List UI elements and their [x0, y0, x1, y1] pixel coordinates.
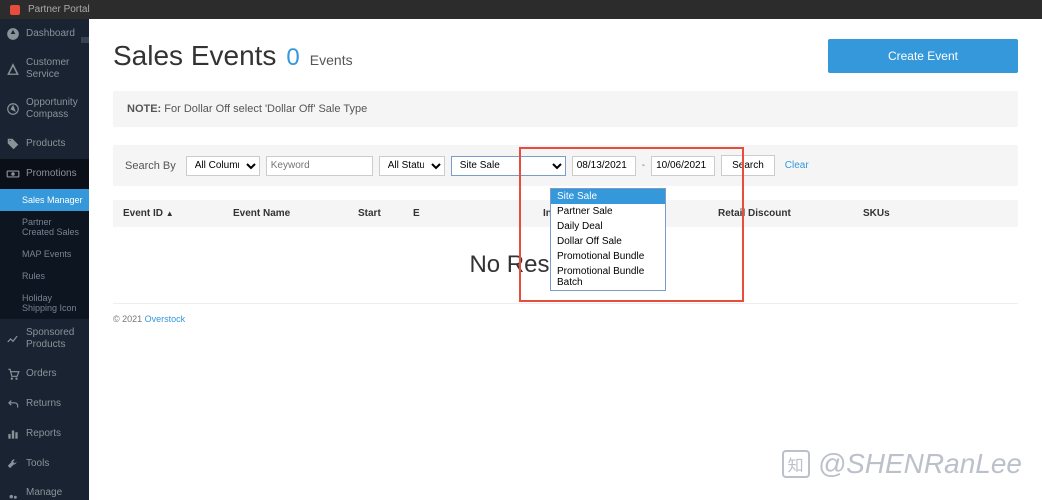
sidebar-label: Returns [26, 398, 61, 410]
main-content: Sales Events 0 Events Create Event NOTE:… [89, 19, 1042, 500]
search-date-to-input[interactable] [651, 156, 715, 176]
sidebar-label: Opportunity Compass [26, 97, 83, 121]
sidebar-item-promotions[interactable]: Promotions [0, 159, 89, 189]
search-sale-type-select[interactable]: Site Sale [451, 156, 566, 176]
dropdown-option-promo-bundle[interactable]: Promotional Bundle [551, 249, 665, 264]
th-skus[interactable]: SKUs [863, 208, 923, 219]
topbar-title: Partner Portal [28, 4, 90, 15]
logo-icon [10, 5, 20, 15]
copyright-text: © 2021 [113, 314, 145, 324]
sidebar-label: Tools [26, 458, 49, 470]
sidebar-label: Manage Users [26, 487, 83, 500]
create-event-button[interactable]: Create Event [828, 39, 1018, 73]
note-text: For Dollar Off select 'Dollar Off' Sale … [164, 103, 367, 115]
page-count-label: Events [310, 52, 353, 68]
wrench-icon [6, 457, 20, 471]
note-box: NOTE: For Dollar Off select 'Dollar Off'… [113, 91, 1018, 127]
dropdown-option-daily-deal[interactable]: Daily Deal [551, 219, 665, 234]
chart-line-icon [6, 332, 20, 346]
return-icon [6, 397, 20, 411]
page-title-group: Sales Events 0 Events [113, 40, 353, 72]
th-event-id[interactable]: Event ID ▲ [123, 208, 233, 219]
page-header: Sales Events 0 Events Create Event [113, 39, 1018, 73]
sidebar-sub-rules[interactable]: Rules [0, 265, 89, 287]
dropdown-option-partner-sale[interactable]: Partner Sale [551, 204, 665, 219]
dropdown-option-promo-bundle-batch[interactable]: Promotional Bundle Batch [551, 264, 665, 290]
sidebar-item-manage-users[interactable]: Manage Users [0, 479, 89, 500]
sidebar: Dashboard Customer Service Opportunity C… [0, 19, 89, 500]
gauge-icon [6, 27, 20, 41]
page-count: 0 [286, 44, 299, 72]
users-icon [6, 492, 20, 500]
th-retail[interactable]: Retail Discount [718, 208, 863, 219]
sidebar-item-dashboard[interactable]: Dashboard [0, 19, 89, 49]
dropdown-option-site-sale[interactable]: Site Sale [551, 189, 665, 204]
search-label: Search By [125, 160, 176, 172]
sidebar-sub-map-events[interactable]: MAP Events [0, 243, 89, 265]
tag-icon [6, 137, 20, 151]
search-keyword-input[interactable] [266, 156, 373, 176]
sidebar-label: Products [26, 138, 65, 150]
th-end[interactable]: E [413, 208, 543, 219]
sidebar-item-opportunity-compass[interactable]: Opportunity Compass [0, 89, 89, 129]
th-start[interactable]: Start [358, 208, 413, 219]
sidebar-label: Customer Service [26, 57, 83, 81]
sort-asc-icon: ▲ [166, 209, 174, 218]
overstock-link[interactable]: Overstock [145, 314, 186, 324]
sidebar-item-products[interactable]: Products [0, 129, 89, 159]
sale-type-dropdown: Site Sale Partner Sale Daily Deal Dollar… [550, 188, 666, 291]
search-bar: Search By All Columns All Statuses Site … [113, 145, 1018, 186]
dropdown-option-dollar-off[interactable]: Dollar Off Sale [551, 234, 665, 249]
sidebar-scroll-indicator[interactable] [81, 37, 89, 43]
sidebar-sub-holiday-shipping[interactable]: Holiday Shipping Icon [0, 287, 89, 319]
note-label: NOTE: [127, 103, 161, 115]
th-event-name[interactable]: Event Name [233, 208, 358, 219]
topbar: Partner Portal [0, 0, 1042, 19]
search-columns-select[interactable]: All Columns [186, 156, 260, 176]
cart-icon [6, 367, 20, 381]
footer: © 2021 Overstock [113, 314, 1018, 324]
bar-chart-icon [6, 427, 20, 441]
cash-icon [6, 167, 20, 181]
sidebar-label: Reports [26, 428, 61, 440]
search-status-select[interactable]: All Statuses [379, 156, 445, 176]
date-separator: - [642, 160, 645, 171]
sidebar-label: Orders [26, 368, 57, 380]
compass-icon [6, 102, 20, 116]
search-button[interactable]: Search [721, 155, 775, 176]
sidebar-item-sponsored-products[interactable]: Sponsored Products [0, 319, 89, 359]
clear-link[interactable]: Clear [785, 160, 809, 171]
page-title: Sales Events [113, 40, 276, 72]
sidebar-label: Promotions [26, 168, 77, 180]
warning-icon [6, 62, 20, 76]
sidebar-item-orders[interactable]: Orders [0, 359, 89, 389]
sidebar-item-reports[interactable]: Reports [0, 419, 89, 449]
sidebar-label: Sponsored Products [26, 327, 83, 351]
sidebar-item-customer-service[interactable]: Customer Service [0, 49, 89, 89]
sidebar-sub-sales-manager[interactable]: Sales Manager [0, 189, 89, 211]
sidebar-sub-partner-created[interactable]: Partner Created Sales [0, 211, 89, 243]
sidebar-label: Dashboard [26, 28, 75, 40]
sidebar-item-tools[interactable]: Tools [0, 449, 89, 479]
search-date-from-input[interactable] [572, 156, 636, 176]
sidebar-promotions-submenu: Sales Manager Partner Created Sales MAP … [0, 189, 89, 319]
sidebar-item-returns[interactable]: Returns [0, 389, 89, 419]
